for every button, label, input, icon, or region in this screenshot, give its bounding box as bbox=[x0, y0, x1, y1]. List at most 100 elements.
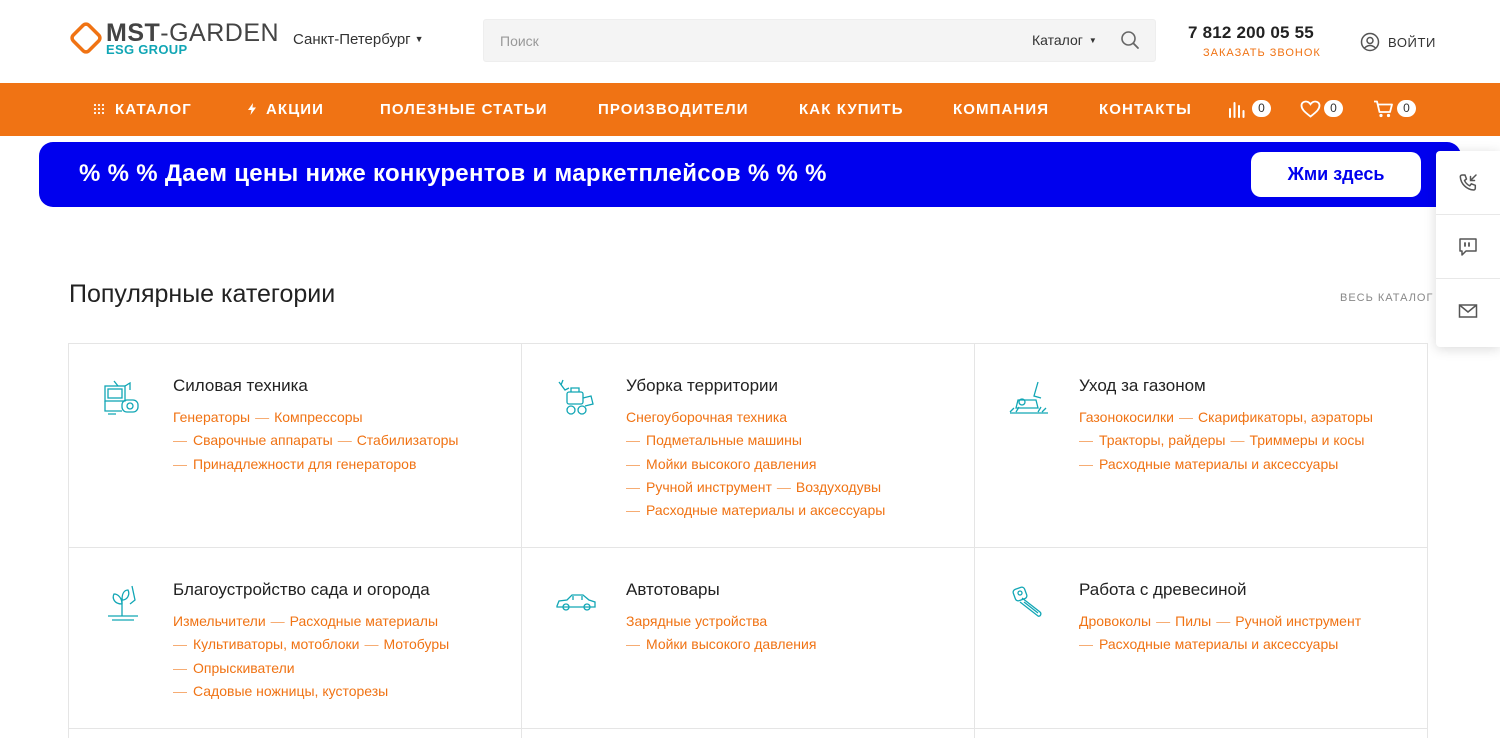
lawn-mower-icon bbox=[1009, 381, 1048, 414]
search-input[interactable] bbox=[484, 20, 1004, 61]
subcategory-link[interactable]: Сварочные аппараты bbox=[193, 432, 333, 448]
dash-separator: — bbox=[173, 682, 187, 699]
nav-item-manufacturers[interactable]: ПРОИЗВОДИТЕЛИ bbox=[598, 101, 749, 118]
subcategory-link[interactable]: Расходные материалы и аксессуары bbox=[1099, 636, 1338, 652]
nav-item-catalog[interactable]: КАТАЛОГ bbox=[93, 101, 192, 119]
category-links: Дровоколы — Пилы — Ручной инструмент — Расходн… bbox=[1079, 610, 1419, 657]
category-card: Уход за газоном Газонокосилки — Скарификат… bbox=[975, 344, 1428, 548]
search-button[interactable] bbox=[1120, 30, 1142, 52]
dash-separator: — bbox=[1156, 613, 1171, 629]
subcategory-link[interactable]: Ручной инструмент bbox=[646, 479, 772, 495]
main-nav: КАТАЛОГ АКЦИИ ПОЛЕЗНЫЕ СТАТЬИ ПРОИЗВОДИТ… bbox=[0, 83, 1500, 136]
category-links-line: — Расходные материалы и аксессуары bbox=[1079, 633, 1419, 656]
review-side-button[interactable] bbox=[1436, 215, 1500, 279]
chat-quote-icon bbox=[1459, 237, 1477, 256]
category-links-line: Газонокосилки — Скарификаторы, аэраторы bbox=[1079, 406, 1419, 429]
email-side-button[interactable] bbox=[1436, 279, 1500, 343]
category-links-line: Снегоуборочная техника bbox=[626, 406, 966, 429]
login-label: ВОЙТИ bbox=[1388, 35, 1436, 50]
snow-blower-icon bbox=[558, 379, 594, 415]
search-icon bbox=[1121, 31, 1139, 49]
category-card: Автотовары Зарядные устройства — Мойки выс… bbox=[522, 548, 975, 729]
subcategory-link[interactable]: Измельчители bbox=[173, 613, 266, 629]
subcategory-link[interactable]: Садовые ножницы, кусторезы bbox=[193, 683, 388, 699]
subcategory-link[interactable]: Дровоколы bbox=[1079, 613, 1151, 629]
search-category-label: Каталог bbox=[1032, 32, 1083, 48]
category-title[interactable]: Силовая техника bbox=[173, 376, 308, 396]
category-title[interactable]: Уход за газоном bbox=[1079, 376, 1206, 396]
search-category-dropdown[interactable]: Каталог ▼ bbox=[1032, 32, 1097, 48]
subcategory-link[interactable]: Скарификаторы, аэраторы bbox=[1198, 409, 1373, 425]
car-icon bbox=[556, 594, 596, 611]
dash-separator: — bbox=[1079, 455, 1093, 472]
envelope-icon bbox=[1458, 304, 1478, 318]
dash-separator: — bbox=[364, 636, 379, 653]
category-links-line: — Ручной инструмент — Воздуходувы bbox=[626, 476, 966, 499]
subcategory-link[interactable]: Воздуходувы bbox=[796, 479, 881, 495]
category-links-line: Дровоколы — Пилы — Ручной инструмент bbox=[1079, 610, 1419, 633]
category-links-line: Измельчители — Расходные материалы bbox=[173, 610, 513, 633]
caret-down-icon: ▼ bbox=[414, 34, 424, 44]
nav-item-contacts[interactable]: КОНТАКТЫ bbox=[1099, 101, 1192, 118]
nav-label: КАТАЛОГ bbox=[115, 101, 192, 118]
subcategory-link[interactable]: Стабилизаторы bbox=[357, 432, 459, 448]
subcategory-link[interactable]: Подметальные машины bbox=[646, 432, 802, 448]
promo-banner[interactable]: % % % Даем цены ниже конкурентов и марке… bbox=[39, 142, 1461, 207]
subcategory-link[interactable]: Генераторы bbox=[173, 409, 250, 425]
category-links-line: — Садовые ножницы, кусторезы bbox=[173, 680, 513, 703]
subcategory-link[interactable]: Мойки высокого давления bbox=[646, 636, 816, 652]
subcategory-link[interactable]: Триммеры и косы bbox=[1250, 432, 1365, 448]
subcategory-link[interactable]: Ручной инструмент bbox=[1235, 613, 1361, 629]
compare-count-badge: 0 bbox=[1252, 100, 1271, 117]
dash-separator: — bbox=[626, 636, 640, 653]
category-card bbox=[975, 729, 1428, 738]
nav-item-sales[interactable]: АКЦИИ bbox=[248, 101, 324, 119]
category-card: Благоустройство сада и огорода Измельчит… bbox=[69, 548, 522, 729]
phone-number[interactable]: 7 812 200 05 55 bbox=[1188, 23, 1314, 43]
logo[interactable]: MST-GARDEN ESG GROUP bbox=[68, 20, 279, 60]
category-links: Генераторы — Компрессоры — Сварочные аппарат… bbox=[173, 406, 513, 476]
category-links-line: — Подметальные машины bbox=[626, 429, 966, 452]
subcategory-link[interactable]: Компрессоры bbox=[274, 409, 363, 425]
promo-banner-button[interactable]: Жми здесь bbox=[1251, 152, 1421, 197]
dash-separator: — bbox=[270, 613, 285, 629]
subcategory-link[interactable]: Снегоуборочная техника bbox=[626, 409, 787, 425]
dash-separator: — bbox=[337, 432, 352, 449]
dash-separator: — bbox=[626, 455, 640, 472]
category-links-line: — Расходные материалы и аксессуары bbox=[1079, 453, 1419, 476]
subcategory-link[interactable]: Культиваторы, мотоблоки bbox=[193, 636, 359, 652]
subcategory-link[interactable]: Зарядные устройства bbox=[626, 613, 767, 629]
callback-link[interactable]: ЗАКАЗАТЬ ЗВОНОК bbox=[1203, 47, 1321, 59]
dash-separator: — bbox=[1216, 613, 1231, 629]
category-title[interactable]: Работа с древесиной bbox=[1079, 580, 1247, 600]
nav-item-how-to-buy[interactable]: КАК КУПИТЬ bbox=[799, 101, 904, 118]
category-links-line: — Сварочные аппараты — Стабилизаторы bbox=[173, 429, 513, 452]
dash-separator: — bbox=[1179, 409, 1193, 425]
subcategory-link[interactable]: Мойки высокого давления bbox=[646, 456, 816, 472]
subcategory-link[interactable]: Расходные материалы и аксессуары bbox=[646, 502, 885, 518]
city-selector[interactable]: Санкт-Петербург ▼ bbox=[293, 31, 424, 48]
subcategory-link[interactable]: Газонокосилки bbox=[1079, 409, 1174, 425]
nav-item-articles[interactable]: ПОЛЕЗНЫЕ СТАТЬИ bbox=[380, 101, 548, 118]
category-card bbox=[522, 729, 975, 738]
subcategory-link[interactable]: Расходные материалы и аксессуары bbox=[1099, 456, 1338, 472]
search-bar: Каталог ▼ bbox=[483, 19, 1156, 62]
dash-separator: — bbox=[626, 502, 640, 519]
callback-side-button[interactable] bbox=[1436, 151, 1500, 215]
category-title[interactable]: Уборка территории bbox=[626, 376, 778, 396]
favorites-count-badge: 0 bbox=[1324, 100, 1343, 117]
category-title[interactable]: Благоустройство сада и огорода bbox=[173, 580, 430, 600]
subcategory-link[interactable]: Принадлежности для генераторов bbox=[193, 456, 416, 472]
subcategory-link[interactable]: Опрыскиватели bbox=[193, 660, 295, 676]
subcategory-link[interactable]: Расходные материалы bbox=[290, 613, 438, 629]
subcategory-link[interactable]: Пилы bbox=[1175, 613, 1211, 629]
category-title[interactable]: Автотовары bbox=[626, 580, 720, 600]
all-catalog-link[interactable]: ВЕСЬ КАТАЛОГ bbox=[1340, 292, 1433, 304]
category-card bbox=[69, 729, 522, 738]
caret-down-icon: ▼ bbox=[1088, 36, 1097, 45]
subcategory-link[interactable]: Тракторы, райдеры bbox=[1099, 432, 1226, 448]
section-title: Популярные категории bbox=[69, 280, 336, 308]
subcategory-link[interactable]: Мотобуры bbox=[383, 636, 449, 652]
nav-item-company[interactable]: КОМПАНИЯ bbox=[953, 101, 1049, 118]
user-icon bbox=[1360, 32, 1380, 52]
